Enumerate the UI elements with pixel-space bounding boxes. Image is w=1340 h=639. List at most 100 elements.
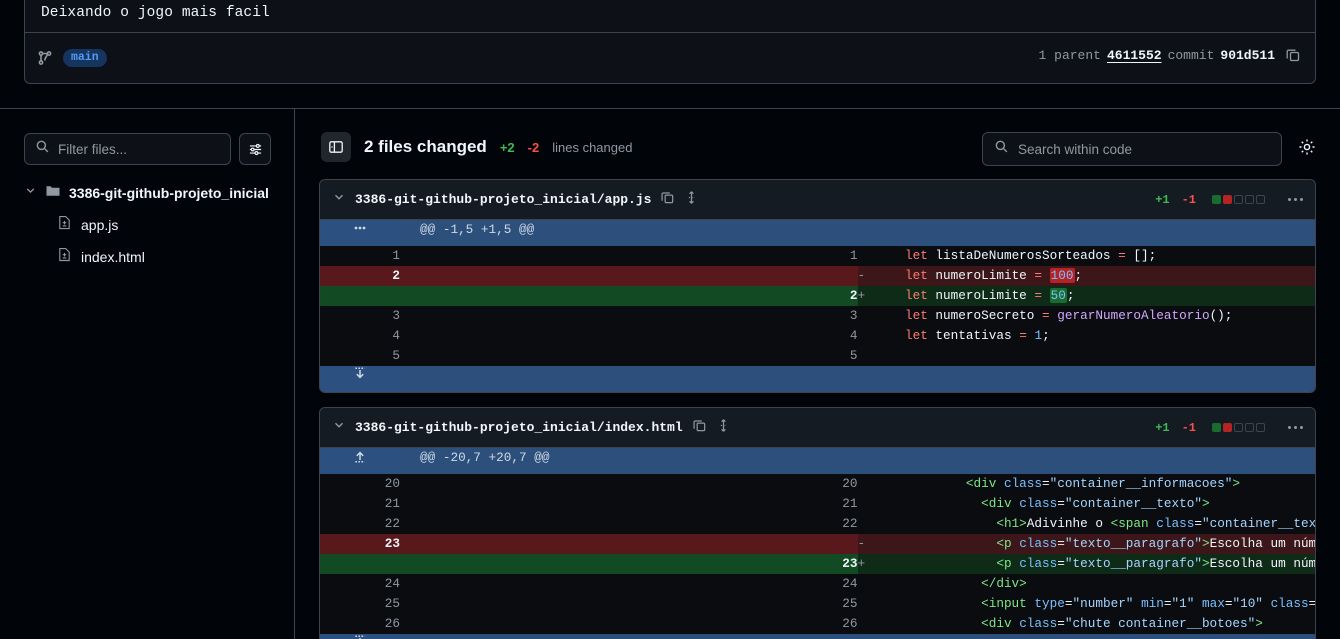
diff-line-code: let numeroSecreto = gerarNumeroAleatorio… — [857, 306, 1315, 326]
new-line-number: 1 — [400, 246, 858, 266]
diff-line-row: 23 - <p class="texto__paragrafo">Escolha … — [320, 534, 1315, 554]
old-line-number: 22 — [320, 514, 400, 534]
gear-icon[interactable] — [1298, 138, 1316, 161]
commit-meta-row: main 1 parent 4611552 commit 901d511 — [25, 32, 1315, 83]
diff-stat-block — [1223, 195, 1232, 204]
diff-stat-block — [1256, 423, 1265, 432]
copy-icon[interactable] — [660, 190, 675, 210]
parent-sha-link[interactable]: 4611552 — [1107, 48, 1162, 63]
old-line-number: 23 — [320, 534, 400, 554]
commit-sha: 901d511 — [1220, 47, 1275, 63]
file-diff-header: 3386-git-github-projeto_inicial/app.js +1… — [320, 180, 1315, 220]
tree-file-app-js[interactable]: app.js — [24, 211, 274, 239]
hunk-header-row[interactable]: @@ -20,7 +20,7 @@ — [320, 448, 1315, 474]
diff-line-row: 33 let numeroSecreto = gerarNumeroAleato… — [320, 306, 1315, 326]
code-token: class — [1019, 496, 1058, 511]
diff-line-row: 21 21 <div class="container__texto"> — [320, 494, 1315, 514]
code-search-input[interactable] — [1018, 141, 1270, 157]
copy-icon[interactable] — [692, 418, 707, 438]
code-token: let — [904, 328, 928, 343]
diff-line-row: 2 + let numeroLimite = 50; — [320, 286, 1315, 306]
chevron-down-icon[interactable] — [332, 418, 346, 437]
filter-settings-button[interactable] — [239, 133, 271, 165]
diff-line-row: 25 25 <input type="number" min="1" max="1… — [320, 594, 1315, 614]
code-token: numeroSecreto — [927, 308, 1043, 323]
code-token: < — [874, 556, 1004, 571]
code-token: < — [874, 536, 1004, 551]
code-token: class — [1003, 476, 1043, 491]
search-icon — [994, 139, 1009, 159]
file-options-button[interactable] — [1288, 426, 1303, 429]
code-token: let — [904, 248, 928, 263]
diff-line-row: 26 26 <div class="chute container__botoes… — [320, 614, 1315, 634]
code-token: = — [1042, 308, 1050, 323]
code-token: input — [988, 596, 1027, 611]
code-token: div — [996, 576, 1020, 591]
hunk-range-label: @@ -20,7 +20,7 @@ — [400, 448, 1315, 474]
expand-down-row[interactable] — [320, 634, 1315, 639]
move-icon[interactable] — [716, 418, 731, 438]
code-token: > — [1201, 556, 1210, 571]
code-token: (); — [1209, 308, 1233, 323]
code-token: > — [1255, 616, 1263, 631]
diff-line-row: 44 let tentativas = 1; — [320, 326, 1315, 346]
toggle-sidebar-button[interactable] — [321, 132, 351, 162]
expand-row-filler — [400, 366, 1315, 392]
move-icon[interactable] — [684, 190, 699, 210]
code-token: ; — [1066, 288, 1075, 303]
code-token: = — [1064, 596, 1073, 611]
diff-stat-blocks — [1212, 423, 1265, 432]
code-token: = — [1309, 596, 1315, 611]
code-token: max — [1202, 596, 1225, 611]
code-token: h1 — [1003, 516, 1020, 531]
code-token: []; — [1125, 248, 1157, 263]
diff-stat-block — [1245, 195, 1254, 204]
new-line-number: 3 — [400, 306, 858, 326]
code-token: = — [1057, 556, 1065, 571]
diff-line-marker — [858, 574, 875, 594]
code-token: = — [1163, 596, 1172, 611]
old-line-number — [320, 286, 400, 306]
branch-pill[interactable]: main — [63, 49, 107, 67]
chevron-down-icon[interactable] — [332, 190, 346, 209]
code-token: class — [1019, 616, 1058, 631]
old-line-number: 1 — [320, 246, 400, 266]
branch-info: main — [37, 49, 107, 67]
diff-line-marker: - — [857, 536, 866, 551]
copy-icon[interactable] — [1285, 47, 1301, 63]
code-token: 1 — [1034, 328, 1043, 343]
expand-down-icon[interactable] — [320, 366, 400, 392]
expand-down-row[interactable] — [320, 366, 1315, 392]
file-options-button[interactable] — [1288, 198, 1303, 201]
code-token: = — [1057, 496, 1065, 511]
tree-folder-root[interactable]: 3386-git-github-projeto_inicial — [24, 179, 274, 207]
code-token: = — [1194, 516, 1202, 531]
filter-files-input[interactable] — [58, 141, 220, 157]
expand-down-icon[interactable] — [320, 634, 400, 639]
diff-search-row — [982, 132, 1316, 166]
diff-table: @@ -1,5 +1,5 @@ 1 1 let listaDeNumerosSort… — [320, 220, 1315, 392]
diff-line-code: <div class="container__informacoes"> — [857, 474, 1315, 494]
new-line-number: 25 — [400, 594, 858, 614]
code-search-box[interactable] — [982, 132, 1282, 166]
tree-file-label: index.html — [81, 249, 145, 265]
filter-files-box[interactable] — [24, 133, 231, 165]
files-changed-count: 2 files changed — [364, 137, 487, 156]
new-line-number: 4 — [400, 326, 858, 346]
diff-line-code: - let numeroLimite = 100; — [857, 266, 1315, 286]
hunk-header-row[interactable]: @@ -1,5 +1,5 @@ — [320, 220, 1315, 246]
diff-line-code: let listaDeNumerosSorteados = []; — [857, 246, 1315, 266]
diff-line-marker — [858, 614, 875, 634]
expand-up-icon[interactable] — [320, 448, 400, 474]
code-token: > — [1232, 476, 1241, 491]
tree-file-index-html[interactable]: index.html — [24, 243, 274, 271]
total-additions: +2 — [499, 139, 515, 155]
ellipsis-expand-icon[interactable] — [320, 220, 400, 246]
